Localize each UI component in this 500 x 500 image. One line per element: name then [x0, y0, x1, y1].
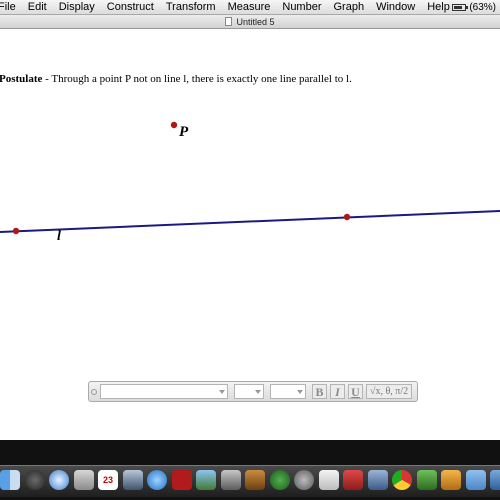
- menu-display[interactable]: Display: [59, 0, 95, 15]
- menu-bar: File Edit Display Construct Transform Me…: [0, 0, 500, 15]
- bold-button[interactable]: B: [312, 384, 327, 399]
- menu-file[interactable]: File: [0, 0, 16, 15]
- postulate-caption[interactable]: Postulate - Through a point P not on lin…: [0, 73, 352, 85]
- sketch-canvas[interactable]: Postulate - Through a point P not on lin…: [0, 30, 500, 440]
- menu-window[interactable]: Window: [376, 0, 415, 15]
- photos-icon[interactable]: [122, 470, 143, 490]
- point-p[interactable]: [170, 121, 178, 129]
- menu-transform[interactable]: Transform: [166, 0, 216, 15]
- sketchpad-icon[interactable]: [416, 470, 437, 490]
- preferences-icon[interactable]: [294, 470, 314, 490]
- menu-number[interactable]: Number: [282, 0, 321, 15]
- menu-graph[interactable]: Graph: [334, 0, 365, 15]
- line-l-label[interactable]: l: [57, 229, 61, 245]
- font-family-select[interactable]: [100, 384, 228, 399]
- menu-construct[interactable]: Construct: [107, 0, 154, 15]
- battery-icon: [452, 4, 469, 11]
- battery-status[interactable]: (63%): [452, 0, 496, 15]
- text-color-select[interactable]: [270, 384, 306, 399]
- chevron-down-icon: [255, 390, 261, 394]
- palette-grip-icon[interactable]: [91, 388, 97, 395]
- textedit-icon[interactable]: [318, 470, 339, 490]
- document-icon: [225, 17, 233, 26]
- safari-icon[interactable]: [49, 470, 69, 490]
- pen-icon[interactable]: [343, 470, 363, 490]
- font-size-select[interactable]: [234, 384, 264, 399]
- stack-icon[interactable]: [490, 470, 500, 490]
- itunes-icon[interactable]: [147, 470, 167, 490]
- geometry-layer: [0, 121, 500, 235]
- dashboard-icon[interactable]: [24, 470, 45, 490]
- dock-background: 23: [0, 440, 500, 500]
- window-title-bar[interactable]: Untitled 5: [0, 15, 500, 29]
- iphoto-icon[interactable]: [196, 470, 216, 490]
- time-machine-icon[interactable]: [269, 470, 290, 490]
- folder-icon[interactable]: [465, 470, 486, 490]
- mail-icon[interactable]: [73, 470, 94, 490]
- imovie-icon[interactable]: [220, 470, 241, 490]
- point-on-line-right[interactable]: [343, 213, 351, 221]
- underline-button[interactable]: U: [348, 384, 363, 399]
- menu-measure[interactable]: Measure: [228, 0, 271, 15]
- keynote-icon[interactable]: [367, 470, 388, 490]
- dock: 23: [0, 468, 500, 492]
- postulate-title: Postulate: [0, 73, 43, 85]
- line-l[interactable]: [0, 210, 500, 233]
- menu-edit[interactable]: Edit: [28, 0, 47, 15]
- menu-help[interactable]: Help: [427, 0, 450, 15]
- text-palette: B I U √x, θ, π/2: [88, 381, 418, 402]
- point-p-label[interactable]: P: [179, 124, 188, 141]
- guitar-icon[interactable]: [245, 470, 265, 490]
- italic-button[interactable]: I: [330, 384, 345, 399]
- battery-percent: (63%): [469, 2, 496, 13]
- point-on-line-left[interactable]: [12, 227, 20, 235]
- chevron-down-icon: [297, 390, 303, 394]
- pages-icon[interactable]: [441, 470, 461, 490]
- finder-icon[interactable]: [0, 470, 20, 490]
- photo-booth-icon[interactable]: [171, 470, 192, 490]
- postulate-text: - Through a point P not on line l, there…: [42, 73, 352, 85]
- math-format-button[interactable]: √x, θ, π/2: [366, 384, 413, 399]
- chevron-down-icon: [219, 390, 225, 394]
- chrome-icon[interactable]: [392, 470, 412, 490]
- calendar-icon[interactable]: 23: [98, 470, 118, 490]
- window-title: Untitled 5: [236, 16, 275, 27]
